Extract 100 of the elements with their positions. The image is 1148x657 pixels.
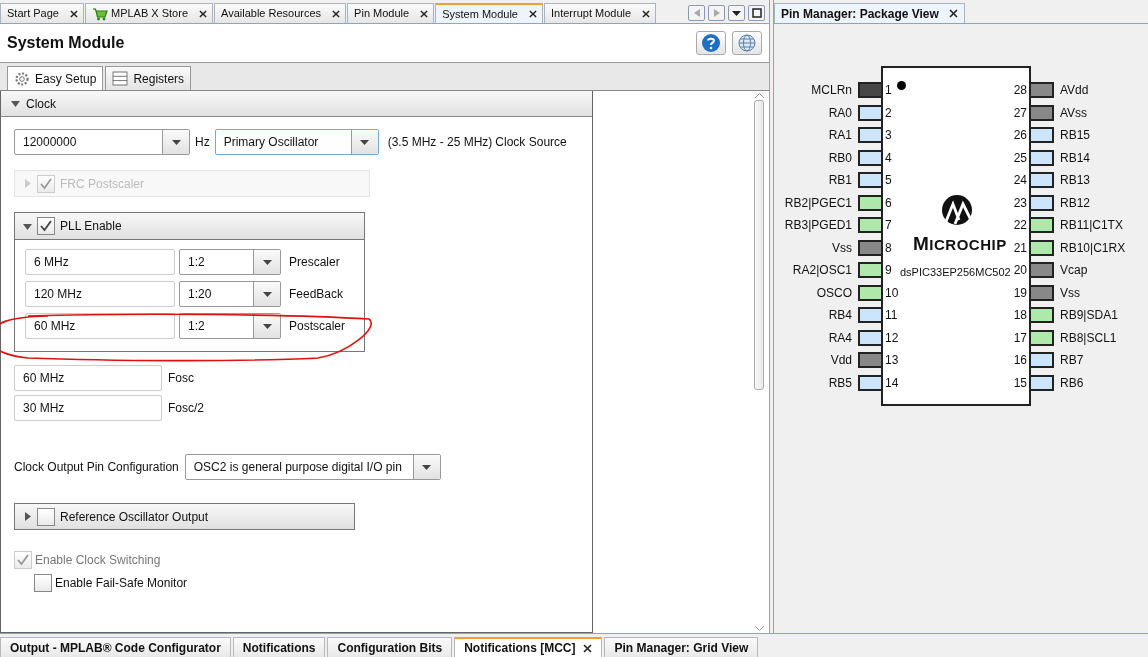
scroll-tabs-left-button[interactable] bbox=[688, 5, 705, 21]
pin[interactable] bbox=[1029, 329, 1054, 346]
caret-icon bbox=[262, 323, 272, 329]
pin[interactable] bbox=[858, 284, 883, 301]
pin[interactable] bbox=[858, 104, 883, 121]
pin[interactable] bbox=[1029, 82, 1054, 99]
pin-number: 25 bbox=[1013, 149, 1027, 167]
bottom-tab[interactable]: Notifications bbox=[232, 637, 326, 657]
globe-icon bbox=[737, 33, 757, 53]
pin-number: 12 bbox=[885, 329, 899, 347]
pin-label: RB9|SDA1 bbox=[1060, 307, 1119, 325]
pin[interactable] bbox=[858, 329, 883, 346]
pin-number: 23 bbox=[1013, 194, 1027, 212]
pin[interactable] bbox=[858, 127, 883, 144]
pin-number: 24 bbox=[1013, 172, 1027, 190]
clock-source-select[interactable]: Primary Oscillator bbox=[214, 129, 379, 155]
editor-tab[interactable]: Available Resources bbox=[214, 3, 347, 23]
pin[interactable] bbox=[858, 307, 883, 324]
editor-tab[interactable]: Interrupt Module bbox=[543, 3, 657, 23]
ratio-select[interactable]: 1:2 bbox=[179, 313, 281, 339]
pin[interactable] bbox=[858, 352, 883, 369]
editor-tab[interactable]: Pin Module bbox=[347, 3, 435, 23]
text-field[interactable]: 30 MHz bbox=[14, 395, 162, 421]
pin[interactable] bbox=[858, 172, 883, 189]
pin-number: 18 bbox=[1013, 307, 1027, 325]
pin[interactable] bbox=[1029, 149, 1054, 166]
device-name: dsPIC33EP256MC502 bbox=[900, 265, 1011, 280]
pin-label: RA0 bbox=[828, 104, 852, 122]
pin[interactable] bbox=[1029, 172, 1054, 189]
editor-tab[interactable]: Start Page bbox=[0, 3, 84, 23]
pin-one-dot bbox=[897, 81, 906, 90]
pin-label: RB1 bbox=[828, 172, 852, 190]
pin[interactable] bbox=[1029, 127, 1054, 144]
field-label: Fosc bbox=[168, 370, 194, 387]
scroll-up-icon bbox=[754, 93, 764, 98]
help-button[interactable] bbox=[696, 31, 726, 55]
section-header[interactable]: Clock bbox=[1, 91, 592, 117]
pin-number: 2 bbox=[885, 104, 892, 122]
panel-tab[interactable]: Pin Manager: Package View bbox=[774, 3, 965, 23]
pin-number: 4 bbox=[885, 149, 892, 167]
editor-tab[interactable]: MPLAB X Store bbox=[85, 3, 214, 23]
text-field[interactable]: 60 MHz bbox=[14, 365, 162, 391]
group-header: FRC Postscaler bbox=[14, 170, 370, 197]
text-field[interactable]: 120 MHz bbox=[25, 281, 175, 307]
ratio-select[interactable]: 1:2 bbox=[179, 249, 281, 275]
pin[interactable] bbox=[858, 217, 883, 234]
pin[interactable] bbox=[858, 262, 883, 279]
bottom-tab[interactable]: Configuration Bits bbox=[327, 637, 453, 657]
pin-label: Vcap bbox=[1060, 262, 1089, 280]
checkbox[interactable] bbox=[37, 217, 55, 235]
pin-number: 21 bbox=[1013, 239, 1027, 257]
bottom-tab[interactable]: Notifications [MCC] bbox=[454, 637, 603, 657]
pin[interactable] bbox=[1029, 284, 1054, 301]
range-label: (3.5 MHz - 25 MHz) bbox=[387, 134, 493, 151]
scrollbar[interactable] bbox=[753, 93, 765, 631]
close-icon bbox=[528, 10, 537, 18]
close-icon bbox=[420, 9, 429, 18]
maximize-icon bbox=[751, 8, 762, 18]
logo-icon bbox=[939, 194, 975, 226]
pin-label: RB13 bbox=[1060, 172, 1092, 190]
pin-number: 17 bbox=[1013, 329, 1027, 347]
pin-label: AVss bbox=[1060, 104, 1089, 122]
group-header[interactable]: Reference Oscillator Output bbox=[14, 503, 355, 530]
pin[interactable] bbox=[1029, 194, 1054, 211]
pin[interactable] bbox=[1029, 307, 1054, 324]
pin-label: AVdd bbox=[1060, 82, 1090, 100]
pin[interactable] bbox=[1029, 262, 1054, 279]
text-field[interactable]: 60 MHz bbox=[25, 313, 175, 339]
clock-output-select[interactable]: OSC2 is general purpose digital I/O pin bbox=[184, 454, 441, 480]
expand-triangle-icon bbox=[23, 179, 32, 188]
pin[interactable] bbox=[858, 194, 883, 211]
close-icon bbox=[948, 9, 958, 18]
pin-number: 10 bbox=[885, 284, 899, 302]
editor-tab[interactable]: System Module bbox=[435, 3, 543, 23]
pin[interactable] bbox=[858, 82, 883, 99]
bottom-tab[interactable]: Output - MPLAB® Code Configurator bbox=[0, 637, 231, 657]
globe-button[interactable] bbox=[732, 31, 762, 55]
pin-number: 9 bbox=[885, 262, 892, 280]
pin-label: RB3|PGED1 bbox=[784, 217, 852, 235]
sub-tab[interactable]: Registers bbox=[105, 66, 192, 90]
pin[interactable] bbox=[1029, 352, 1054, 369]
pin-label: RB15 bbox=[1060, 127, 1092, 145]
ratio-select[interactable]: 1:20 bbox=[179, 281, 281, 307]
maximize-button[interactable] bbox=[748, 5, 765, 21]
text-field[interactable]: 6 MHz bbox=[25, 249, 175, 275]
sub-tab[interactable]: Easy Setup bbox=[7, 66, 104, 90]
pin[interactable] bbox=[858, 149, 883, 166]
pin[interactable] bbox=[1029, 374, 1054, 391]
caret-icon bbox=[732, 10, 741, 16]
group-header[interactable]: PLL Enable bbox=[15, 213, 364, 240]
tab-list-button[interactable] bbox=[728, 5, 745, 21]
pin[interactable] bbox=[1029, 104, 1054, 121]
bottom-tab[interactable]: Pin Manager: Grid View bbox=[604, 637, 759, 657]
frequency-combo[interactable]: 12000000 bbox=[14, 129, 190, 155]
pin[interactable] bbox=[858, 239, 883, 256]
pin[interactable] bbox=[858, 374, 883, 391]
pin-number: 28 bbox=[1013, 82, 1027, 100]
checkbox[interactable] bbox=[37, 507, 55, 526]
pin[interactable] bbox=[1029, 217, 1054, 234]
pin[interactable] bbox=[1029, 239, 1054, 256]
